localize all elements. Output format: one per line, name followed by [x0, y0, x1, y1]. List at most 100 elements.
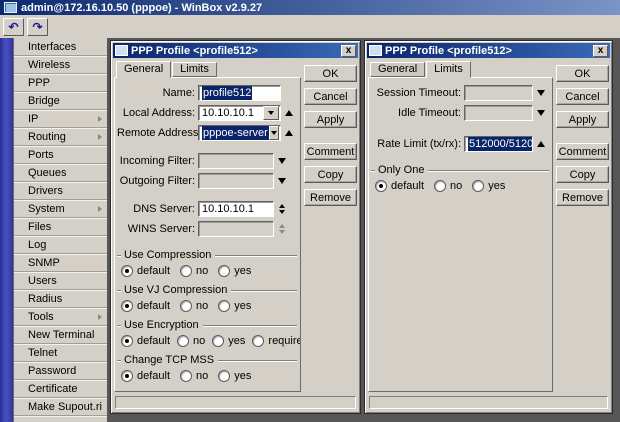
- expand-up-toggle[interactable]: [281, 110, 297, 116]
- main-window-title: admin@172.16.10.50 (pppoe) - WinBox v2.9…: [21, 2, 262, 14]
- sidebar-item-bridge[interactable]: Bridge: [14, 92, 107, 110]
- incoming-filter-field[interactable]: [198, 153, 274, 169]
- sidebar-item-users[interactable]: Users: [14, 272, 107, 290]
- sidebar-item-new-terminal[interactable]: New Terminal: [14, 326, 107, 344]
- radio-yes[interactable]: yes: [212, 335, 245, 347]
- radio-yes[interactable]: yes: [218, 265, 251, 277]
- down-arrow-icon: [537, 90, 545, 96]
- radio-default[interactable]: default: [121, 335, 170, 347]
- dropdown-toggle[interactable]: [274, 158, 290, 164]
- sidebar-item-system[interactable]: System: [14, 200, 107, 218]
- dropdown-toggle[interactable]: [533, 90, 549, 96]
- sidebar-item-snmp[interactable]: SNMP: [14, 254, 107, 272]
- tab-limits[interactable]: Limits: [172, 62, 217, 77]
- radio-default[interactable]: default: [375, 180, 424, 192]
- sidebar-item-label: Queues: [28, 167, 67, 179]
- remove-button[interactable]: Remove: [304, 189, 357, 206]
- sidebar-item-label: Ports: [28, 149, 54, 161]
- close-icon[interactable]: x: [341, 45, 356, 57]
- cancel-button[interactable]: Cancel: [304, 88, 357, 105]
- sidebar-item-queues[interactable]: Queues: [14, 164, 107, 182]
- sidebar-item-make-supout[interactable]: Make Supout.rif: [14, 398, 107, 416]
- expand-up-toggle[interactable]: [533, 141, 549, 147]
- radio-default[interactable]: default: [121, 300, 170, 312]
- radio-icon: [218, 370, 230, 382]
- comment-button[interactable]: Comment: [304, 143, 357, 160]
- sidebar-item-certificate[interactable]: Certificate: [14, 380, 107, 398]
- undo-button[interactable]: ↶: [3, 18, 24, 36]
- local-address-combobox[interactable]: 10.10.10.1: [198, 105, 281, 121]
- radio-required[interactable]: required: [252, 335, 301, 347]
- tab-bar: General Limits: [368, 60, 553, 77]
- radio-no[interactable]: no: [180, 370, 208, 382]
- radio-no[interactable]: no: [434, 180, 462, 192]
- cancel-button[interactable]: Cancel: [556, 88, 609, 105]
- idle-timeout-field[interactable]: [464, 105, 533, 121]
- sidebar-item-files[interactable]: Files: [14, 218, 107, 236]
- wins-server-field[interactable]: [198, 221, 274, 237]
- tab-general[interactable]: General: [370, 62, 425, 77]
- dropdown-icon[interactable]: [269, 126, 279, 140]
- radio-yes[interactable]: yes: [472, 180, 505, 192]
- apply-button[interactable]: Apply: [304, 111, 357, 128]
- radio-yes[interactable]: yes: [218, 300, 251, 312]
- sidebar-item-label: Users: [28, 275, 57, 287]
- radio-default[interactable]: default: [121, 370, 170, 382]
- radio-no[interactable]: no: [180, 300, 208, 312]
- sidebar-item-label: Drivers: [28, 185, 63, 197]
- dialog-status-bar: [115, 396, 356, 409]
- dialog-titlebar[interactable]: PPP Profile <profile512> x: [113, 43, 358, 58]
- sidebar-item-drivers[interactable]: Drivers: [14, 182, 107, 200]
- dropdown-icon[interactable]: [263, 106, 279, 120]
- radio-icon: [375, 180, 387, 192]
- remove-button[interactable]: Remove: [556, 189, 609, 206]
- copy-button[interactable]: Copy: [556, 166, 609, 183]
- radio-no[interactable]: no: [177, 335, 205, 347]
- sidebar-item-routing[interactable]: Routing: [14, 128, 107, 146]
- ok-button[interactable]: OK: [304, 65, 357, 82]
- sidebar-item-ppp[interactable]: PPP: [14, 74, 107, 92]
- down-arrow-icon: [278, 178, 286, 184]
- radio-default[interactable]: default: [121, 265, 170, 277]
- remote-address-combobox[interactable]: pppoe-server: [198, 125, 281, 141]
- winbox-app-icon: [4, 2, 17, 13]
- sidebar-item-ports[interactable]: Ports: [14, 146, 107, 164]
- ok-button[interactable]: OK: [556, 65, 609, 82]
- close-icon[interactable]: x: [593, 45, 608, 57]
- dialog-titlebar[interactable]: PPP Profile <profile512> x: [367, 43, 610, 58]
- group-label: Use VJ Compression: [124, 284, 227, 296]
- sidebar-item-radius[interactable]: Radius: [14, 290, 107, 308]
- outgoing-filter-field[interactable]: [198, 173, 274, 189]
- sidebar-item-label: Interfaces: [28, 41, 76, 53]
- session-timeout-field[interactable]: [464, 85, 533, 101]
- radio-icon: [212, 335, 224, 347]
- copy-button[interactable]: Copy: [304, 166, 357, 183]
- up-arrow-icon: [285, 110, 293, 116]
- dropdown-toggle[interactable]: [533, 110, 549, 116]
- up-arrow-icon: [537, 141, 545, 147]
- radio-yes[interactable]: yes: [218, 370, 251, 382]
- sidebar-item-interfaces[interactable]: Interfaces: [14, 38, 107, 56]
- add-remove-toggle[interactable]: [274, 204, 290, 214]
- main-titlebar[interactable]: admin@172.16.10.50 (pppoe) - WinBox v2.9…: [0, 0, 620, 15]
- comment-button[interactable]: Comment: [556, 143, 609, 160]
- apply-button[interactable]: Apply: [556, 111, 609, 128]
- remote-address-label: Remote Address:: [117, 127, 198, 139]
- dns-server-field[interactable]: 10.10.10.1: [198, 201, 274, 217]
- dropdown-toggle[interactable]: [274, 178, 290, 184]
- sidebar-item-password[interactable]: Password: [14, 362, 107, 380]
- tab-limits[interactable]: Limits: [426, 61, 471, 78]
- sidebar-item-telnet[interactable]: Telnet: [14, 344, 107, 362]
- sidebar-item-log[interactable]: Log: [14, 236, 107, 254]
- sidebar-item-ip[interactable]: IP: [14, 110, 107, 128]
- rate-limit-field[interactable]: 512000/512000: [464, 136, 533, 152]
- radio-no[interactable]: no: [180, 265, 208, 277]
- expand-up-toggle[interactable]: [281, 130, 297, 136]
- sidebar-item-wireless[interactable]: Wireless: [14, 56, 107, 74]
- sidebar-item-tools[interactable]: Tools: [14, 308, 107, 326]
- incoming-filter-label: Incoming Filter:: [117, 155, 198, 167]
- redo-button[interactable]: ↷: [27, 18, 48, 36]
- tab-general[interactable]: General: [116, 61, 171, 78]
- name-field[interactable]: profile512: [198, 85, 281, 101]
- add-remove-toggle[interactable]: [274, 224, 290, 234]
